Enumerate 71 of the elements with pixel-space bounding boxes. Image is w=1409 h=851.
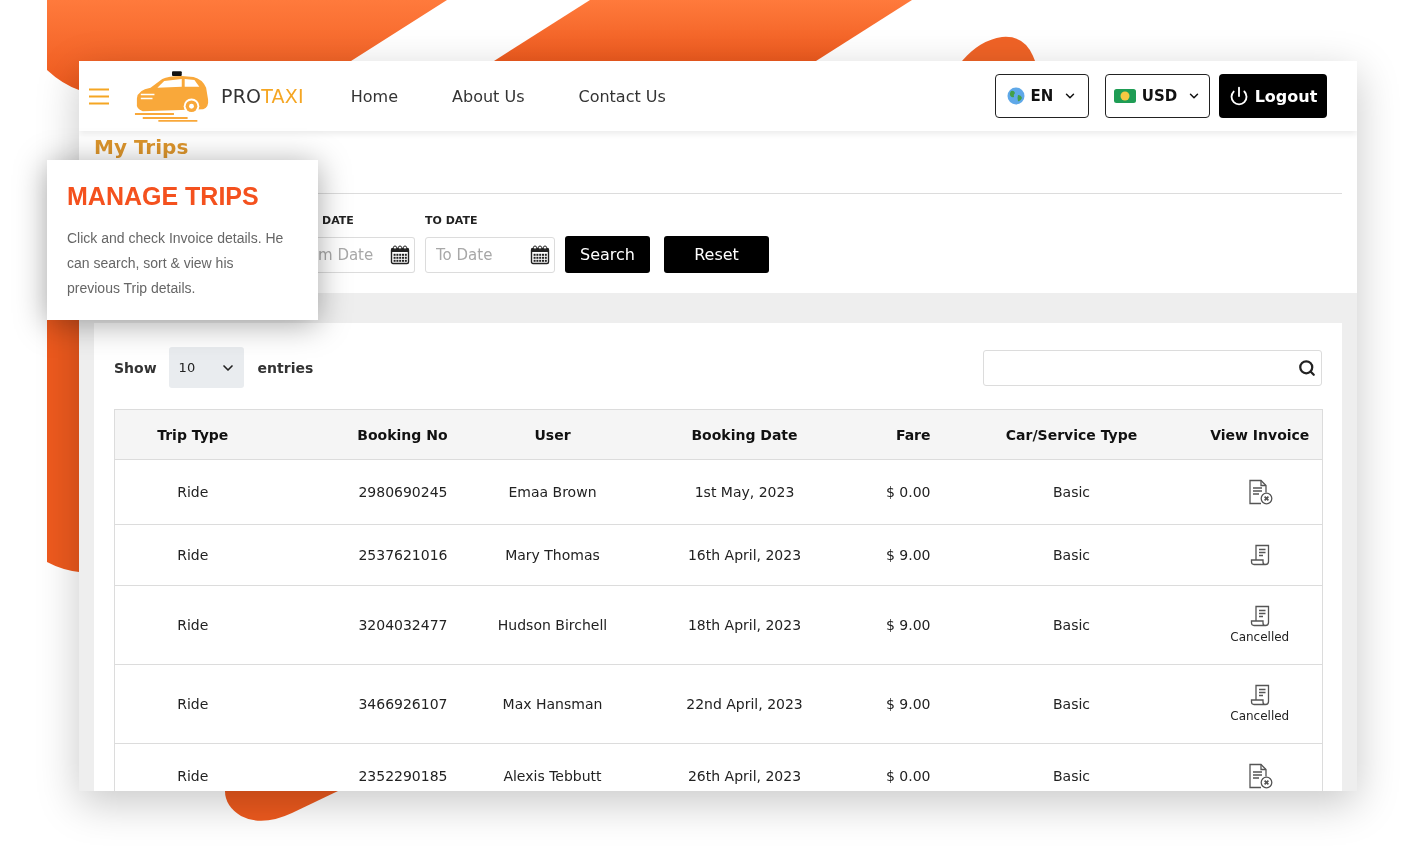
table-cell: Mary Thomas — [462, 524, 643, 586]
calendar-icon[interactable] — [530, 245, 550, 265]
logo-text: PROTAXI — [221, 85, 304, 107]
globe-icon — [1006, 87, 1025, 105]
reset-button[interactable]: Reset — [664, 236, 769, 273]
nav-link[interactable]: Contact Us — [578, 86, 666, 106]
column-header: Booking No — [270, 409, 463, 460]
document-x-icon[interactable] — [1246, 763, 1273, 789]
search-icon — [1298, 358, 1316, 377]
table-cell: Basic — [945, 743, 1198, 791]
table-cell: 16th April, 2023 — [642, 524, 847, 586]
column-header: Trip Type — [114, 409, 271, 460]
calendar-icon[interactable] — [390, 245, 410, 265]
field-label: DATE — [321, 214, 354, 228]
currency-select[interactable]: USD — [1105, 74, 1210, 118]
taxi-car-icon — [133, 70, 211, 122]
table-cell: 2980690245 — [270, 459, 463, 525]
show-label: Show — [114, 359, 157, 376]
language-select[interactable]: EN — [995, 74, 1089, 118]
table-cell: $ 9.00 — [846, 664, 946, 744]
page-size-select[interactable]: 10 — [168, 347, 244, 388]
table-cell: Basic — [945, 524, 1198, 586]
receipt-icon[interactable] — [1249, 605, 1270, 627]
nav-link[interactable]: Home — [350, 86, 399, 106]
date-field[interactable]: m Date — [318, 237, 415, 273]
banknote-icon — [1113, 89, 1136, 103]
table-cell: Ride — [114, 743, 271, 791]
receipt-icon[interactable] — [1249, 684, 1270, 706]
callout-text: Click and check Invoice details. He can search, sort & view his previous Trip details. — [67, 229, 285, 298]
search-field[interactable] — [983, 349, 1322, 386]
table-cell: Emaa Brown — [462, 459, 643, 525]
table-cell: Basic — [945, 664, 1198, 744]
table-cell: Ride — [114, 524, 271, 586]
table-cell: 18th April, 2023 — [642, 585, 847, 665]
table-cell: Basic — [945, 459, 1198, 525]
table-cell: 3204032477 — [270, 585, 463, 665]
table-cell: $ 0.00 — [846, 743, 946, 791]
table-cell: $ 0.00 — [846, 459, 946, 525]
table-cell: 2537621016 — [270, 524, 463, 586]
table-cell: 1st May, 2023 — [642, 459, 847, 525]
status-text: Cancelled — [1230, 709, 1290, 724]
callout-title: MANAGE TRIPS — [67, 182, 259, 210]
table-cell: Ride — [114, 585, 271, 665]
table-cell: 26th April, 2023 — [642, 743, 847, 791]
status-text: Cancelled — [1230, 630, 1290, 645]
table-cell: 22nd April, 2023 — [642, 664, 847, 744]
column-header: Fare — [846, 409, 946, 460]
table-cell: Ride — [114, 664, 271, 744]
date-field[interactable]: To Date — [425, 237, 555, 273]
table-cell: $ 9.00 — [846, 524, 946, 586]
page-title: My Trips — [94, 135, 189, 159]
field-label: TO DATE — [425, 214, 478, 228]
table-cell: Basic — [945, 585, 1198, 665]
document-x-icon[interactable] — [1246, 479, 1273, 505]
table-cell: Max Hansman — [462, 664, 643, 744]
entries-label: entries — [257, 359, 314, 376]
power-icon — [1228, 86, 1249, 106]
search-button[interactable]: Search — [565, 236, 650, 273]
logout-button[interactable]: Logout — [1219, 74, 1327, 118]
table-cell: Hudson Birchell — [462, 585, 643, 665]
nav-link[interactable]: About Us — [452, 86, 525, 106]
column-header: View Invoice — [1197, 409, 1323, 460]
column-header: Car/Service Type — [945, 409, 1198, 460]
table-cell: 2352290185 — [270, 743, 463, 791]
column-header: Booking Date — [642, 409, 847, 460]
table-cell: 3466926107 — [270, 664, 463, 744]
table-cell: $ 9.00 — [846, 585, 946, 665]
column-header: User — [462, 409, 643, 460]
receipt-icon[interactable] — [1249, 544, 1270, 566]
table-cell: Ride — [114, 459, 271, 525]
table-cell: Alexis Tebbutt — [462, 743, 643, 791]
